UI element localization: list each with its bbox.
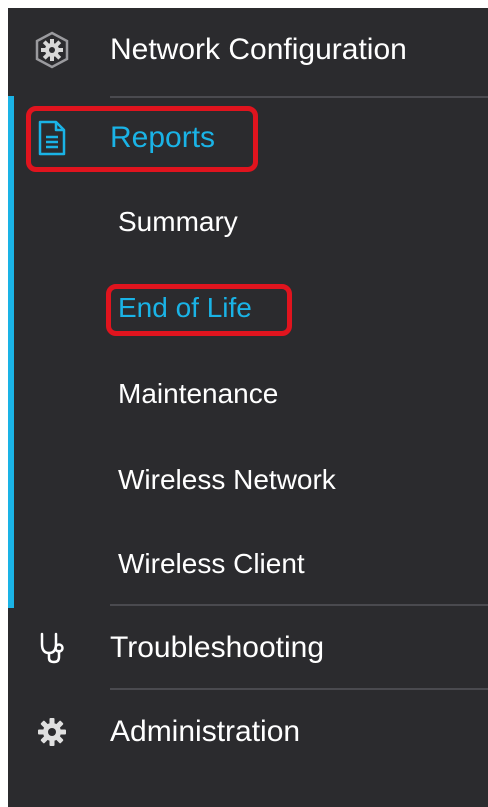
stethoscope-icon — [32, 628, 72, 668]
submenu-item-maintenance[interactable]: Maintenance — [118, 378, 278, 410]
active-indicator — [8, 96, 14, 608]
document-icon — [32, 118, 72, 158]
nav-item-label: Reports — [110, 121, 216, 154]
nav-item-administration[interactable]: Administration — [8, 702, 488, 762]
network-gear-icon — [32, 30, 72, 70]
nav-item-label: Troubleshooting — [110, 631, 325, 664]
submenu-item-wireless-network[interactable]: Wireless Network — [118, 464, 336, 496]
gear-icon — [32, 712, 72, 752]
submenu-item-wireless-client[interactable]: Wireless Client — [118, 548, 305, 580]
nav-item-reports[interactable]: Reports — [8, 108, 488, 168]
divider — [110, 688, 488, 690]
submenu-item-end-of-life[interactable]: End of Life — [118, 292, 252, 324]
nav-item-network-configuration[interactable]: Network Configuration — [8, 20, 488, 80]
divider — [110, 604, 488, 606]
submenu-item-summary[interactable]: Summary — [118, 206, 238, 238]
nav-item-troubleshooting[interactable]: Troubleshooting — [8, 618, 488, 678]
nav-item-label: Network Configuration — [110, 33, 407, 66]
nav-item-label: Administration — [110, 715, 301, 748]
sidebar-nav: Network Configuration Reports Summary En… — [8, 8, 488, 807]
divider — [110, 96, 488, 98]
